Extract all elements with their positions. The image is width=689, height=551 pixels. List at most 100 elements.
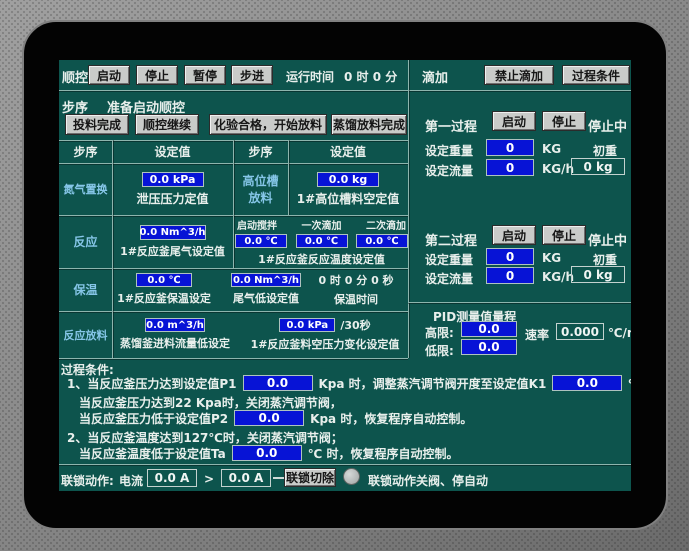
process1-weight-input[interactable]: 0	[486, 139, 534, 156]
head-tank-empty-setpoint-input[interactable]: 0.0 kg	[317, 171, 379, 187]
process2-init-weight-display: 0 kg	[571, 266, 625, 283]
process1-flow-label: 设定流量	[425, 164, 474, 178]
row-label-text: 氮气置换	[63, 183, 108, 196]
table-row: 0.0 m^3/h 蒸馏釜进料流量低设定	[112, 311, 238, 358]
row-label-text: 高位槽放料	[242, 174, 279, 205]
pid-high-label: 高限:	[425, 326, 454, 340]
process2-status: 停止中	[588, 234, 628, 249]
hold-time-cell: 0 时 0 分 0 秒 保温时间	[307, 268, 405, 311]
test-pass-discharge-button[interactable]: 化验合格，开始放料	[209, 114, 327, 135]
reaction-temp-setpoints-cell: 启动搅拌 一次滴加 二次滴加 0.0 ℃ 0.0 ℃ 0.0 ℃ 1#反应釜反应…	[235, 217, 408, 268]
cell-caption: 尾气低设定值	[233, 292, 299, 305]
tail-gas-low-setpoint-input[interactable]: 0.0 Nm^3/h	[231, 273, 301, 287]
condition-text: 当反应釜压力低于设定值P2	[79, 411, 229, 426]
divider	[59, 464, 631, 465]
interlock-caption: 联锁动作关阀、停自动	[368, 474, 489, 488]
feed-done-button[interactable]: 投料完成	[65, 114, 129, 135]
condition-line-1: 1、当反应釜压力达到设定值P1 0.0 Kpa 时，调整蒸汽调节阀开度至设定值K…	[67, 374, 631, 392]
condition-text: ℃ 时，恢复程序自动控制。	[307, 446, 459, 461]
hmi-screen: 顺控 启动 停止 暂停 步进 运行时间 0 时 0 分 滴加 禁止滴加 过程条件…	[59, 60, 631, 491]
row-label-reaction: 反应	[59, 215, 112, 268]
process1-weight-label: 设定重量	[425, 144, 474, 158]
process-cond-button[interactable]: 过程条件	[562, 65, 630, 85]
process2-flow-input[interactable]: 0	[486, 267, 534, 284]
process2-flow-unit: KG/h	[542, 270, 575, 284]
row-label-heat-hold: 保温	[59, 268, 112, 311]
row-label-text: 反应	[73, 235, 98, 249]
pressure-p2-input[interactable]: 0.0	[234, 410, 305, 426]
row-label-head-tank-discharge: 高位槽放料	[233, 163, 288, 215]
runtime-label: 运行时间	[286, 70, 335, 84]
pid-low-input[interactable]: 0.0	[461, 339, 517, 355]
interlock-indicator-lamp	[343, 468, 360, 485]
seq-stop-button[interactable]: 停止	[136, 65, 178, 85]
seq-continue-button[interactable]: 顺控继续	[135, 114, 199, 135]
process2-flow-label: 设定流量	[425, 272, 474, 286]
pressure-p1-input[interactable]: 0.0	[242, 375, 313, 391]
process2-weight-input[interactable]: 0	[486, 248, 534, 265]
temp-ta-input[interactable]: 0.0	[231, 445, 302, 461]
header-text: 设定值	[329, 145, 366, 159]
cell-caption: 保温时间	[334, 293, 378, 306]
process1-flow-unit: KG/h	[542, 162, 575, 176]
process1-init-weight-display: 0 kg	[571, 158, 625, 175]
condition-text: 当反应釜温度低于设定值Ta	[79, 446, 226, 461]
forbid-drip-button[interactable]: 禁止滴加	[484, 65, 554, 85]
process1-weight-unit: KG	[542, 142, 562, 156]
interlock-label: 联锁动作:	[61, 474, 114, 488]
second-drip-temp-input[interactable]: 0.0 ℃	[356, 234, 408, 248]
cell-caption: 1#反应釜料空压力变化设定值	[250, 338, 400, 351]
divider	[408, 302, 631, 303]
condition-text: Kpa 时，调整蒸汽调节阀开度至设定值K1	[318, 376, 547, 391]
connector-line	[273, 477, 284, 479]
process1-init-weight-label: 初重	[593, 144, 618, 158]
cell-caption: 1#反应釜反应温度设定值	[258, 253, 385, 266]
table-header-step: 步序	[59, 140, 112, 163]
sub-label-stir-start: 启动搅拌	[237, 221, 277, 232]
process1-start-button[interactable]: 启动	[492, 111, 536, 131]
process2-weight-label: 设定重量	[425, 253, 474, 267]
seq-start-button[interactable]: 启动	[88, 65, 130, 85]
condition-text: %；	[628, 375, 631, 392]
cell-caption: 1#高位槽料空定值	[296, 191, 400, 206]
row-label-reaction-discharge: 反应放料	[59, 311, 112, 358]
sub-label-second-drip: 二次滴加	[366, 221, 406, 232]
cell-caption: 蒸馏釜进料流量低设定	[120, 337, 230, 350]
header-text: 步序	[73, 145, 98, 159]
condition-line-5: 当反应釜温度低于设定值Ta 0.0 ℃ 时，恢复程序自动控制。	[79, 444, 458, 462]
relief-pressure-setpoint-input[interactable]: 0.0 kPa	[141, 171, 204, 187]
seq-pause-button[interactable]: 暂停	[184, 65, 226, 85]
sub-label-first-drip: 一次滴加	[301, 221, 342, 232]
current-value-display: 0.0 A	[147, 469, 197, 487]
hold-temp-setpoint-input[interactable]: 0.0 ℃	[136, 273, 192, 287]
table-header-setvalue: 设定值	[112, 140, 233, 163]
process2-stop-button[interactable]: 停止	[542, 225, 586, 245]
distill-discharge-done-button[interactable]: 蒸馏放料完成	[331, 114, 407, 135]
pid-high-input[interactable]: 0.0	[461, 321, 517, 337]
table-row: 0.0 kg 1#高位槽料空定值	[288, 163, 408, 215]
stir-start-temp-input[interactable]: 0.0 ℃	[235, 234, 287, 248]
process1-flow-input[interactable]: 0	[486, 159, 534, 176]
process1-stop-button[interactable]: 停止	[542, 111, 586, 131]
valve-open-k1-input[interactable]: 0.0	[552, 375, 623, 391]
process1-status: 停止中	[588, 120, 628, 135]
runtime-value: 0 时 0 分	[344, 70, 398, 84]
table-row: 0.0 Nm^3/h 尾气低设定值	[222, 268, 310, 311]
cell-caption: 1#反应釜保温设定	[117, 292, 211, 305]
greater-than-label: >	[204, 472, 215, 486]
interlock-cut-button[interactable]: 联锁切除	[284, 468, 336, 487]
header-text: 设定值	[154, 145, 191, 159]
page-background: 顺控 启动 停止 暂停 步进 运行时间 0 时 0 分 滴加 禁止滴加 过程条件…	[0, 0, 689, 551]
row-label-text: 保温	[73, 283, 98, 297]
current-limit-display: 0.0 A	[221, 469, 271, 487]
first-drip-temp-input[interactable]: 0.0 ℃	[295, 234, 348, 248]
divider	[59, 90, 631, 91]
empty-pressure-change-input[interactable]: 0.0 kPa	[279, 318, 336, 332]
seq-step-button[interactable]: 步进	[231, 65, 273, 85]
cell-caption: 1#反应釜尾气设定值	[120, 244, 225, 258]
process2-start-button[interactable]: 启动	[492, 225, 536, 245]
row-label-text: 反应放料	[63, 328, 108, 342]
still-feed-flow-low-input[interactable]: 0.0 m^3/h	[145, 318, 205, 332]
tail-gas-setpoint-input[interactable]: 0.0 Nm^3/h	[139, 224, 206, 240]
hold-time-value: 0 时 0 分 0 秒	[318, 274, 394, 287]
